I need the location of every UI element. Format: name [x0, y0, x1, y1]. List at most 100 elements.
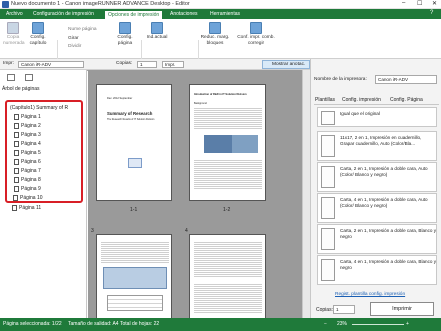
- template-card[interactable]: Igual que el original: [317, 107, 437, 127]
- template-text: Carta, 2 en 1, Impresión a doble cara, A…: [340, 166, 428, 177]
- app-icon: [2, 1, 9, 8]
- page-icon: [13, 194, 18, 201]
- page-photo: [204, 135, 232, 153]
- page-photo: [232, 135, 258, 153]
- tab-page-config[interactable]: Config. Página: [390, 97, 423, 103]
- printer-select[interactable]: Canon iR-ADV: [18, 61, 84, 68]
- page-icon: [12, 204, 17, 211]
- page-logo: [128, 158, 142, 168]
- print-button[interactable]: Imprimir: [370, 302, 434, 316]
- page-config-button[interactable]: Config. página: [113, 22, 137, 46]
- register-template-link[interactable]: Regist. plantilla config. impresión: [335, 292, 405, 297]
- zoom-in-button[interactable]: +: [406, 318, 409, 331]
- combine-icon: [250, 22, 262, 34]
- template-text: Carta, 4 en 1, Impresión a doble cara, A…: [340, 197, 428, 208]
- tree-page-item[interactable]: Página 3: [14, 131, 41, 139]
- copy-icon: [7, 22, 19, 34]
- tab-anotaciones[interactable]: Anotaciones: [167, 10, 201, 19]
- chapter-icon: [32, 22, 44, 34]
- current-index-button[interactable]: Ind.actual: [145, 22, 169, 41]
- tree-page-item[interactable]: Página 6: [14, 158, 41, 166]
- template-card[interactable]: Carta, 4 en 1, Impresión a doble cara, A…: [317, 193, 437, 223]
- zoom-level: 23%: [337, 321, 348, 327]
- tab-archivo[interactable]: Archivo: [3, 10, 26, 19]
- page-icon: [14, 185, 19, 192]
- copies-input[interactable]: 1: [137, 61, 157, 68]
- document-canvas[interactable]: Dec. 2012 September Summary of Research …: [88, 70, 310, 318]
- tab-config-impresion[interactable]: Configuración de impresión: [30, 10, 97, 19]
- page-tree-title: Árbol de páginas: [2, 86, 40, 92]
- tree-page-item[interactable]: Página 1: [14, 113, 41, 121]
- template-card[interactable]: 11x17, 2 en 1, Impresión en cuadernillo,…: [317, 131, 437, 161]
- status-output-size: Tamaño de salidad: A4: [68, 321, 119, 327]
- page-tree-highlight: (Capítulo1) Summary of R Página 1 Página…: [5, 100, 83, 203]
- ribbon: Copia numerada Config. capítulo Capítulo…: [0, 19, 441, 76]
- title-bar: Nuevo documento 1 - Canon imageRUNNER AD…: [0, 0, 441, 9]
- page-icon: [14, 158, 19, 165]
- window-title: Nuevo documento 1 - Canon imageRUNNER AD…: [11, 1, 190, 7]
- tree-page-item[interactable]: Página 7: [14, 167, 41, 175]
- tree-page-item[interactable]: Página 4: [14, 140, 41, 148]
- page-thumbnail[interactable]: [96, 234, 172, 318]
- page-title: Summary of Research: [107, 111, 153, 116]
- page-label: 3: [91, 228, 94, 234]
- template-thumb: [321, 135, 335, 157]
- tree-page-item[interactable]: Página 8: [14, 176, 41, 184]
- page-thumbnail[interactable]: [189, 234, 266, 318]
- tree-page-item[interactable]: Página 2: [14, 122, 41, 130]
- page-config-icon: [119, 22, 131, 34]
- reduce-icon: [209, 22, 221, 34]
- page-thumbnail[interactable]: Dec. 2012 September Summary of Research …: [96, 84, 172, 201]
- pane-copies-input[interactable]: 1: [333, 305, 355, 314]
- tree-page-item[interactable]: Página 9: [14, 185, 41, 193]
- close-icon[interactable]: ✕: [432, 0, 437, 7]
- canvas-scrollbar[interactable]: [302, 70, 310, 318]
- template-card[interactable]: Carta, 2 en 1, Impresión a doble cara, A…: [317, 162, 437, 192]
- template-thumb: [321, 111, 335, 125]
- combine-print-button[interactable]: Conf. impr. comb. corregir: [236, 22, 276, 46]
- tree-chapter-node[interactable]: (Capítulo1) Summary of R: [10, 104, 68, 112]
- page-table: [107, 295, 163, 311]
- page-number-button[interactable]: Nume página: [68, 27, 97, 32]
- tree-page-item[interactable]: Página 10: [13, 194, 43, 202]
- template-card[interactable]: Carta, 4 en 1, Impresión a doble cara, B…: [317, 255, 437, 285]
- help-icon[interactable]: ?: [430, 10, 433, 16]
- zoom-out-button[interactable]: −: [324, 318, 327, 331]
- tab-print-config[interactable]: Config. impresión: [342, 97, 381, 103]
- tab-opciones-impresion[interactable]: Opciones de impresión: [104, 10, 164, 19]
- page-icon: [14, 113, 19, 120]
- page-thumbnail[interactable]: Introduction of R&D in IT Solution Divis…: [189, 84, 266, 201]
- printer-name-select[interactable]: Canon iR-ADV: [375, 75, 437, 84]
- template-thumb: [321, 228, 335, 250]
- tab-templates[interactable]: Plantillas: [315, 97, 335, 103]
- bookmark-tab-icon[interactable]: [25, 74, 33, 81]
- pane-copies-label: Copias:: [316, 307, 333, 313]
- page-icon: [14, 167, 19, 174]
- copies-label: Copias:: [116, 61, 133, 66]
- page-icon: [14, 122, 19, 129]
- tab-herramientas[interactable]: Herramientas: [207, 10, 243, 19]
- reduce-margins-button[interactable]: Reduc. marg. bloques: [200, 22, 230, 46]
- zoom-slider[interactable]: [352, 324, 404, 325]
- tree-page-item[interactable]: Página 11: [12, 204, 41, 212]
- page-label: 4: [185, 228, 188, 234]
- rotate-button[interactable]: Girar: [68, 36, 79, 41]
- show-annotations-button[interactable]: Mostrar anotac.: [262, 60, 310, 69]
- page-subtitle: The Research Results of IT Solution Divi…: [107, 118, 155, 121]
- divide-button[interactable]: Dividir: [68, 44, 81, 49]
- sides-select[interactable]: Impr.: [162, 61, 184, 68]
- template-thumb: [321, 166, 335, 188]
- template-card[interactable]: Carta, 2 en 1, Impresión a doble cara, B…: [317, 224, 437, 254]
- copy-numbered-button[interactable]: Copia numerada: [3, 22, 25, 46]
- minimize-icon[interactable]: –: [402, 0, 405, 6]
- page-icon: [14, 140, 19, 147]
- template-text: Carta, 2 en 1, Impresión a doble cara, B…: [340, 228, 437, 239]
- status-bar: Página seleccionada: 1/22 Tamaño de sali…: [0, 318, 441, 331]
- page-icon: [14, 131, 19, 138]
- tree-tab-icon[interactable]: [7, 74, 15, 81]
- maximize-icon[interactable]: ☐: [417, 0, 422, 7]
- tree-page-item[interactable]: Página 5: [14, 149, 41, 157]
- chapter-config-button[interactable]: Config. capítulo: [25, 22, 51, 46]
- page-heading: Introduction of R&D in IT Solution Divis…: [194, 93, 247, 96]
- page-label: 1-2: [223, 207, 231, 213]
